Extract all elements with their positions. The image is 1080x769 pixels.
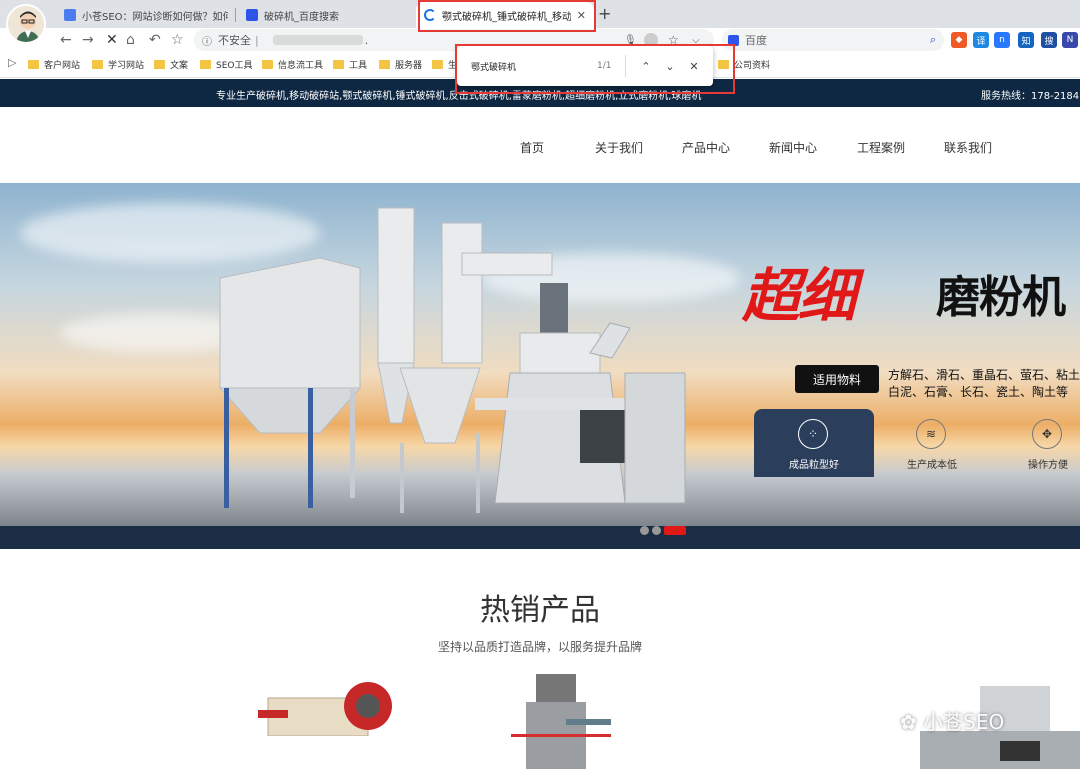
- carousel-dot[interactable]: [640, 526, 649, 535]
- banner-title-black: 磨粉机: [936, 272, 1066, 323]
- nav-news[interactable]: 新闻中心: [769, 139, 817, 156]
- folder-icon: [432, 60, 443, 69]
- materials-label: 适用物料: [795, 365, 879, 393]
- bookmark-label: 服务器: [395, 61, 423, 71]
- highlight-box-find: [455, 44, 735, 94]
- nav-about[interactable]: 关于我们: [595, 139, 643, 156]
- folder-icon: [28, 60, 39, 69]
- jaw-crusher-image[interactable]: [258, 676, 398, 736]
- feature-label: 生产成本低: [907, 460, 957, 471]
- security-label: 不安全: [218, 34, 251, 47]
- folder-icon: [379, 60, 390, 69]
- address-divider: |: [255, 33, 259, 47]
- nav-home[interactable]: 首页: [520, 139, 544, 156]
- banner-title-red: 超细: [742, 262, 856, 330]
- feature-label: 操作方便: [1028, 460, 1068, 471]
- extension-translate-icon[interactable]: 译: [973, 32, 989, 48]
- folder-icon: [92, 60, 103, 69]
- carousel-indicators: [640, 526, 686, 535]
- screenshot-root: 小苍SEO：网站诊断如何做？如何写 破碎机_百度搜索 颚式破碎机_锤式破碎机_移…: [0, 0, 1080, 769]
- watermark-text: 小苍SEO: [923, 710, 1005, 734]
- folder-icon: [333, 60, 344, 69]
- bookmark-star-icon[interactable]: ☆: [171, 30, 184, 50]
- bookmark-label: 学习网站: [108, 61, 145, 71]
- hot-products-title: 热销产品: [480, 593, 600, 628]
- wechat-logo-icon: ✿: [900, 710, 924, 734]
- wechat-watermark: ✿ 小苍SEO: [900, 706, 1004, 735]
- highlight-box-tab: [418, 0, 596, 32]
- baidu-favicon-icon: [246, 9, 258, 21]
- stop-loading-icon[interactable]: ✕: [106, 30, 118, 50]
- bookmark-label: 客户网站: [44, 61, 81, 71]
- search-engine-box[interactable]: 百度 ⌕: [722, 29, 944, 51]
- bookmark-label: 工具: [349, 61, 368, 71]
- bookmark-label: SEO工具: [216, 61, 253, 71]
- bookmark-label: 公司资料: [734, 61, 771, 71]
- carousel-dot-active[interactable]: [664, 526, 686, 535]
- url-suffix: .: [364, 33, 369, 47]
- service-hotline: 服务热线：178-2184: [981, 91, 1080, 102]
- site-navigation: 首页 关于我们 产品中心 新闻中心 工程案例 联系我们: [0, 107, 1080, 183]
- feature-easy-operation: ✥ 操作方便: [988, 409, 1080, 477]
- materials-line-1: 方解石、滑石、重晶石、萤石、粘土: [888, 368, 1080, 382]
- bookmark-folder[interactable]: 服务器: [379, 58, 422, 71]
- nav-contact[interactable]: 联系我们: [944, 139, 992, 156]
- profile-avatar[interactable]: [6, 4, 46, 44]
- tab-title: 小苍SEO：网站诊断如何做？如何写: [82, 11, 228, 23]
- folder-icon: [154, 60, 165, 69]
- bookmark-folder[interactable]: 学习网站: [92, 58, 144, 71]
- search-icon[interactable]: ⌕: [930, 33, 936, 47]
- forward-arrow-icon[interactable]: →: [82, 30, 94, 50]
- hot-products-subtitle: 坚持以品质打造品牌，以服务提升品牌: [437, 640, 642, 654]
- extension-zhihu-icon[interactable]: 知: [1018, 32, 1034, 48]
- bookmark-folder[interactable]: 信息流工具: [262, 58, 323, 71]
- nav-cases[interactable]: 工程案例: [857, 139, 905, 156]
- tab-seo-article[interactable]: 小苍SEO：网站诊断如何做？如何写: [56, 2, 228, 28]
- move-icon: ✥: [1032, 419, 1062, 449]
- tab-title: 破碎机_百度搜索: [264, 11, 339, 23]
- feature-good-grain: ⁘ 成品粒型好: [754, 409, 874, 477]
- extension-new2-icon[interactable]: N: [1062, 32, 1078, 48]
- back-arrow-icon[interactable]: ←: [60, 30, 72, 50]
- coins-icon: ≋: [916, 419, 946, 449]
- hero-banner[interactable]: 超细 磨粉机 适用物料 方解石、滑石、重晶石、萤石、粘土 白泥、石膏、长石、瓷土…: [0, 183, 1080, 549]
- extension-new-icon[interactable]: n: [994, 32, 1010, 48]
- feature-label: 成品粒型好: [789, 460, 839, 471]
- bookmark-folder[interactable]: 生: [432, 58, 457, 71]
- vertical-mill-image[interactable]: [506, 674, 616, 769]
- banner-bottom-strip: [0, 526, 1080, 549]
- carousel-dot[interactable]: [652, 526, 661, 535]
- folder-icon: [200, 60, 211, 69]
- blurred-url: [272, 35, 363, 45]
- bookmark-folder[interactable]: 客户网站: [28, 58, 80, 71]
- sidebar-toggle-icon[interactable]: ▷: [8, 56, 16, 69]
- folder-icon: [262, 60, 273, 69]
- bookmark-folder[interactable]: 工具: [333, 58, 367, 71]
- home-icon[interactable]: ⌂: [126, 30, 135, 50]
- doc-favicon-icon: [64, 9, 76, 21]
- materials-line-2: 白泥、石膏、长石、瓷土、陶土等: [888, 385, 1069, 399]
- search-placeholder: 百度: [745, 34, 767, 47]
- tab-baidu-search[interactable]: 破碎机_百度搜索: [238, 2, 412, 28]
- new-tab-button[interactable]: +: [598, 4, 611, 23]
- bookmark-folder[interactable]: 文案: [154, 58, 188, 71]
- feature-low-cost: ≋ 生产成本低: [872, 409, 992, 477]
- bookmark-label: 文案: [170, 61, 189, 71]
- info-icon: ⓘ: [202, 36, 212, 48]
- extension-blue-icon[interactable]: 搜: [1041, 32, 1057, 48]
- extension-orange-icon[interactable]: ◆: [951, 32, 967, 48]
- bookmark-label: 信息流工具: [278, 61, 324, 71]
- undo-icon[interactable]: ↶: [149, 30, 161, 50]
- nav-products[interactable]: 产品中心: [682, 139, 730, 156]
- grid-icon: ⁘: [798, 419, 828, 449]
- tab-separator: [235, 8, 236, 22]
- bookmark-folder[interactable]: SEO工具: [200, 58, 252, 71]
